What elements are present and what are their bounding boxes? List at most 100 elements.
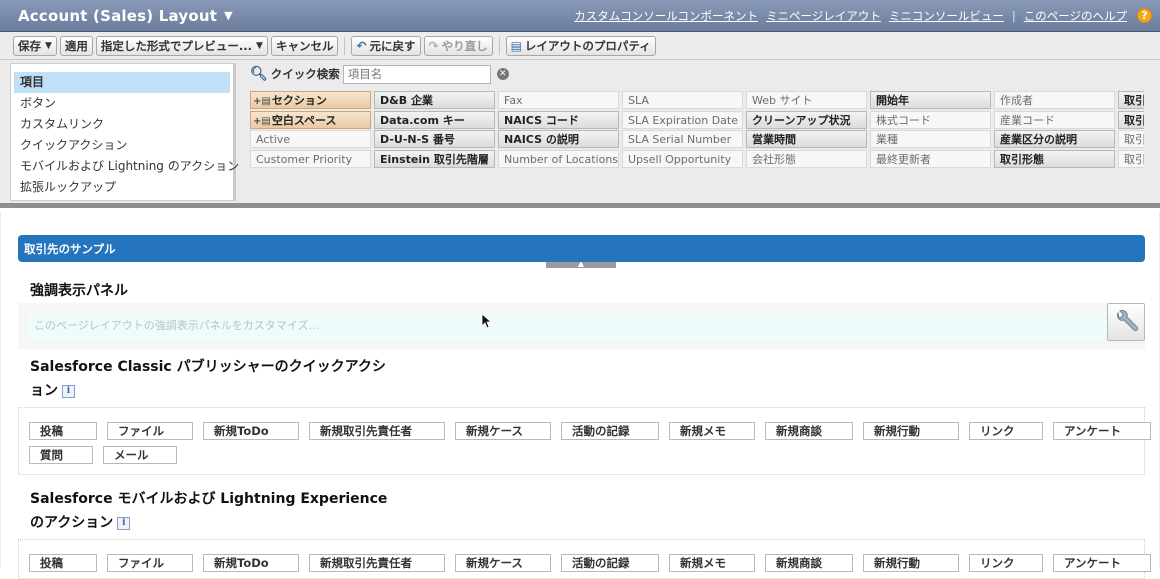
layout-title-dropdown[interactable]: Account (Sales) Layout ▼	[18, 7, 233, 25]
quick-action-item[interactable]: 投稿	[29, 554, 97, 572]
undo-icon: ↶	[356, 38, 367, 53]
quick-action-item[interactable]: 新規メモ	[669, 554, 755, 572]
undo-button[interactable]: ↶ 元に戻す	[351, 35, 421, 56]
palette-field[interactable]: 取引	[1118, 130, 1144, 148]
drag-element-icon: +▤	[253, 115, 271, 127]
preview-button[interactable]: 指定した形式でプレビュー... ▼	[95, 35, 268, 56]
palette-field[interactable]: Customer Priority	[250, 149, 371, 168]
palette-field[interactable]: 取引	[1118, 110, 1144, 129]
category-fields[interactable]: 項目	[14, 72, 230, 93]
palette-field[interactable]: D&B 企業	[374, 91, 495, 109]
palette-field-label: Customer Priority	[256, 152, 353, 166]
palette-field[interactable]: クリーンアップ状況	[746, 110, 867, 129]
quick-action-item[interactable]: 新規取引先責任者	[309, 554, 445, 572]
apply-button[interactable]: 適用	[59, 35, 93, 56]
palette-field[interactable]: 最終更新者	[870, 149, 991, 168]
quick-action-item[interactable]: 新規ToDo	[203, 554, 299, 572]
palette-field[interactable]: Data.com キー	[374, 110, 495, 129]
palette-field[interactable]: 産業区分の説明	[994, 130, 1115, 148]
palette-field[interactable]: 開始年	[870, 91, 991, 109]
save-label: 保存	[18, 38, 41, 53]
layout-properties-button[interactable]: ▤ レイアウトのプロパティ	[505, 35, 656, 56]
category-mobile-lightning-actions[interactable]: モバイルおよび Lightning のアクション	[14, 156, 239, 177]
quick-action-item[interactable]: 新規商談	[765, 422, 853, 440]
layout-title: Account (Sales) Layout	[18, 6, 218, 25]
layout-properties-label: レイアウトのプロパティ	[524, 38, 651, 53]
quick-action-item[interactable]: 新規行動	[863, 554, 959, 572]
palette-field[interactable]: Active	[250, 130, 371, 148]
palette-field[interactable]: Upsell Opportunity	[622, 149, 743, 168]
quick-action-item[interactable]: アンケート	[1053, 422, 1151, 440]
clear-search-icon[interactable]: ✕	[496, 68, 509, 80]
category-custom-links[interactable]: カスタムリンク	[14, 114, 230, 135]
quick-action-item[interactable]: ファイル	[107, 422, 193, 440]
custom-console-components-link[interactable]: カスタムコンソールコンポーネント	[574, 8, 758, 24]
quick-action-item[interactable]: 新規ケース	[455, 554, 551, 572]
palette-field[interactable]: 取引	[1118, 149, 1144, 168]
palette-field[interactable]: 取引形態	[994, 149, 1115, 168]
palette-field-label: Einstein 取引先階層	[380, 152, 489, 166]
highlights-panel-placeholder[interactable]: このページレイアウトの強調表示パネルをカスタマイズ...	[28, 312, 1108, 339]
quick-action-item[interactable]: 新規ケース	[455, 422, 551, 440]
quick-action-item[interactable]: 投稿	[29, 422, 97, 440]
category-quick-actions[interactable]: クイックアクション	[14, 135, 230, 156]
quick-action-item[interactable]: 新規ToDo	[203, 422, 299, 440]
mini-console-view-link[interactable]: ミニコンソールビュー	[889, 8, 1004, 24]
toolbar-divider	[344, 36, 346, 55]
palette-field[interactable]: 会社形態	[746, 149, 867, 168]
palette-field[interactable]: Web サイト	[746, 91, 867, 109]
help-link[interactable]: このページのヘルプ	[1024, 8, 1127, 24]
redo-label: やり直し	[441, 38, 488, 53]
quick-find-input[interactable]	[342, 64, 491, 84]
palette-field[interactable]: SLA Expiration Date	[622, 110, 743, 129]
palette-field-label: SLA Serial Number	[628, 133, 732, 146]
quick-action-item[interactable]: 質問	[29, 446, 93, 464]
palette-field-label: 空白スペース	[271, 113, 337, 127]
quick-action-item[interactable]: ファイル	[107, 554, 193, 572]
palette-field[interactable]: +▤セクション	[250, 91, 371, 109]
palette-field[interactable]: Einstein 取引先階層	[374, 149, 495, 168]
wrench-icon[interactable]	[1107, 303, 1145, 341]
palette-field[interactable]: D-U-N-S 番号	[374, 130, 495, 148]
quick-action-item[interactable]: リンク	[969, 422, 1043, 440]
cancel-button[interactable]: キャンセル	[270, 35, 339, 56]
category-expanded-lookups[interactable]: 拡張ルックアップ	[14, 177, 230, 198]
quick-action-item[interactable]: 活動の記録	[561, 422, 659, 440]
highlights-panel-heading: 強調表示パネル	[30, 283, 128, 299]
palette-field-label: 取引	[1124, 133, 1144, 146]
quick-action-item[interactable]: メール	[103, 446, 177, 464]
quick-action-item[interactable]: アンケート	[1053, 554, 1151, 572]
mobile-actions-heading-line2: のアクション	[30, 515, 114, 531]
palette-field[interactable]: 作成者	[994, 91, 1115, 109]
palette-field[interactable]: 営業時間	[746, 130, 867, 148]
palette-field[interactable]: NAICS コード	[498, 110, 619, 129]
properties-icon: ▤	[510, 38, 522, 53]
palette-field[interactable]: 産業コード	[994, 110, 1115, 129]
quick-action-item[interactable]: 新規商談	[765, 554, 853, 572]
palette-field[interactable]: 株式コード	[870, 110, 991, 129]
info-icon[interactable]: i	[62, 384, 75, 398]
quick-action-item[interactable]: 活動の記録	[561, 554, 659, 572]
category-buttons[interactable]: ボタン	[14, 93, 230, 114]
chevron-down-icon: ▼	[224, 9, 233, 22]
palette-field[interactable]: NAICS の説明	[498, 130, 619, 148]
mini-page-layout-link[interactable]: ミニページレイアウト	[766, 8, 881, 24]
quick-action-item[interactable]: 新規取引先責任者	[309, 422, 445, 440]
question-icon[interactable]: ?	[1137, 8, 1152, 23]
palette-field-label: 業種	[876, 133, 898, 146]
palette-field[interactable]: +▤空白スペース	[250, 110, 371, 129]
palette-field[interactable]: Number of Locations	[498, 149, 619, 168]
redo-button[interactable]: ↷ やり直し	[423, 35, 493, 56]
palette-field[interactable]: SLA	[622, 91, 743, 109]
quick-action-item[interactable]: リンク	[969, 554, 1043, 572]
quick-action-item[interactable]: 新規メモ	[669, 422, 755, 440]
palette-field[interactable]: 業種	[870, 130, 991, 148]
palette-field[interactable]: Fax	[498, 91, 619, 109]
save-button[interactable]: 保存 ▼	[13, 35, 57, 56]
quick-action-item[interactable]: 新規行動	[863, 422, 959, 440]
palette-field[interactable]: 取引	[1118, 91, 1144, 109]
info-icon[interactable]: i	[117, 516, 131, 530]
palette-field[interactable]: SLA Serial Number	[622, 130, 743, 148]
section-header[interactable]: 取引先のサンプル	[18, 235, 1145, 262]
palette-field-label: 作成者	[1000, 94, 1033, 107]
